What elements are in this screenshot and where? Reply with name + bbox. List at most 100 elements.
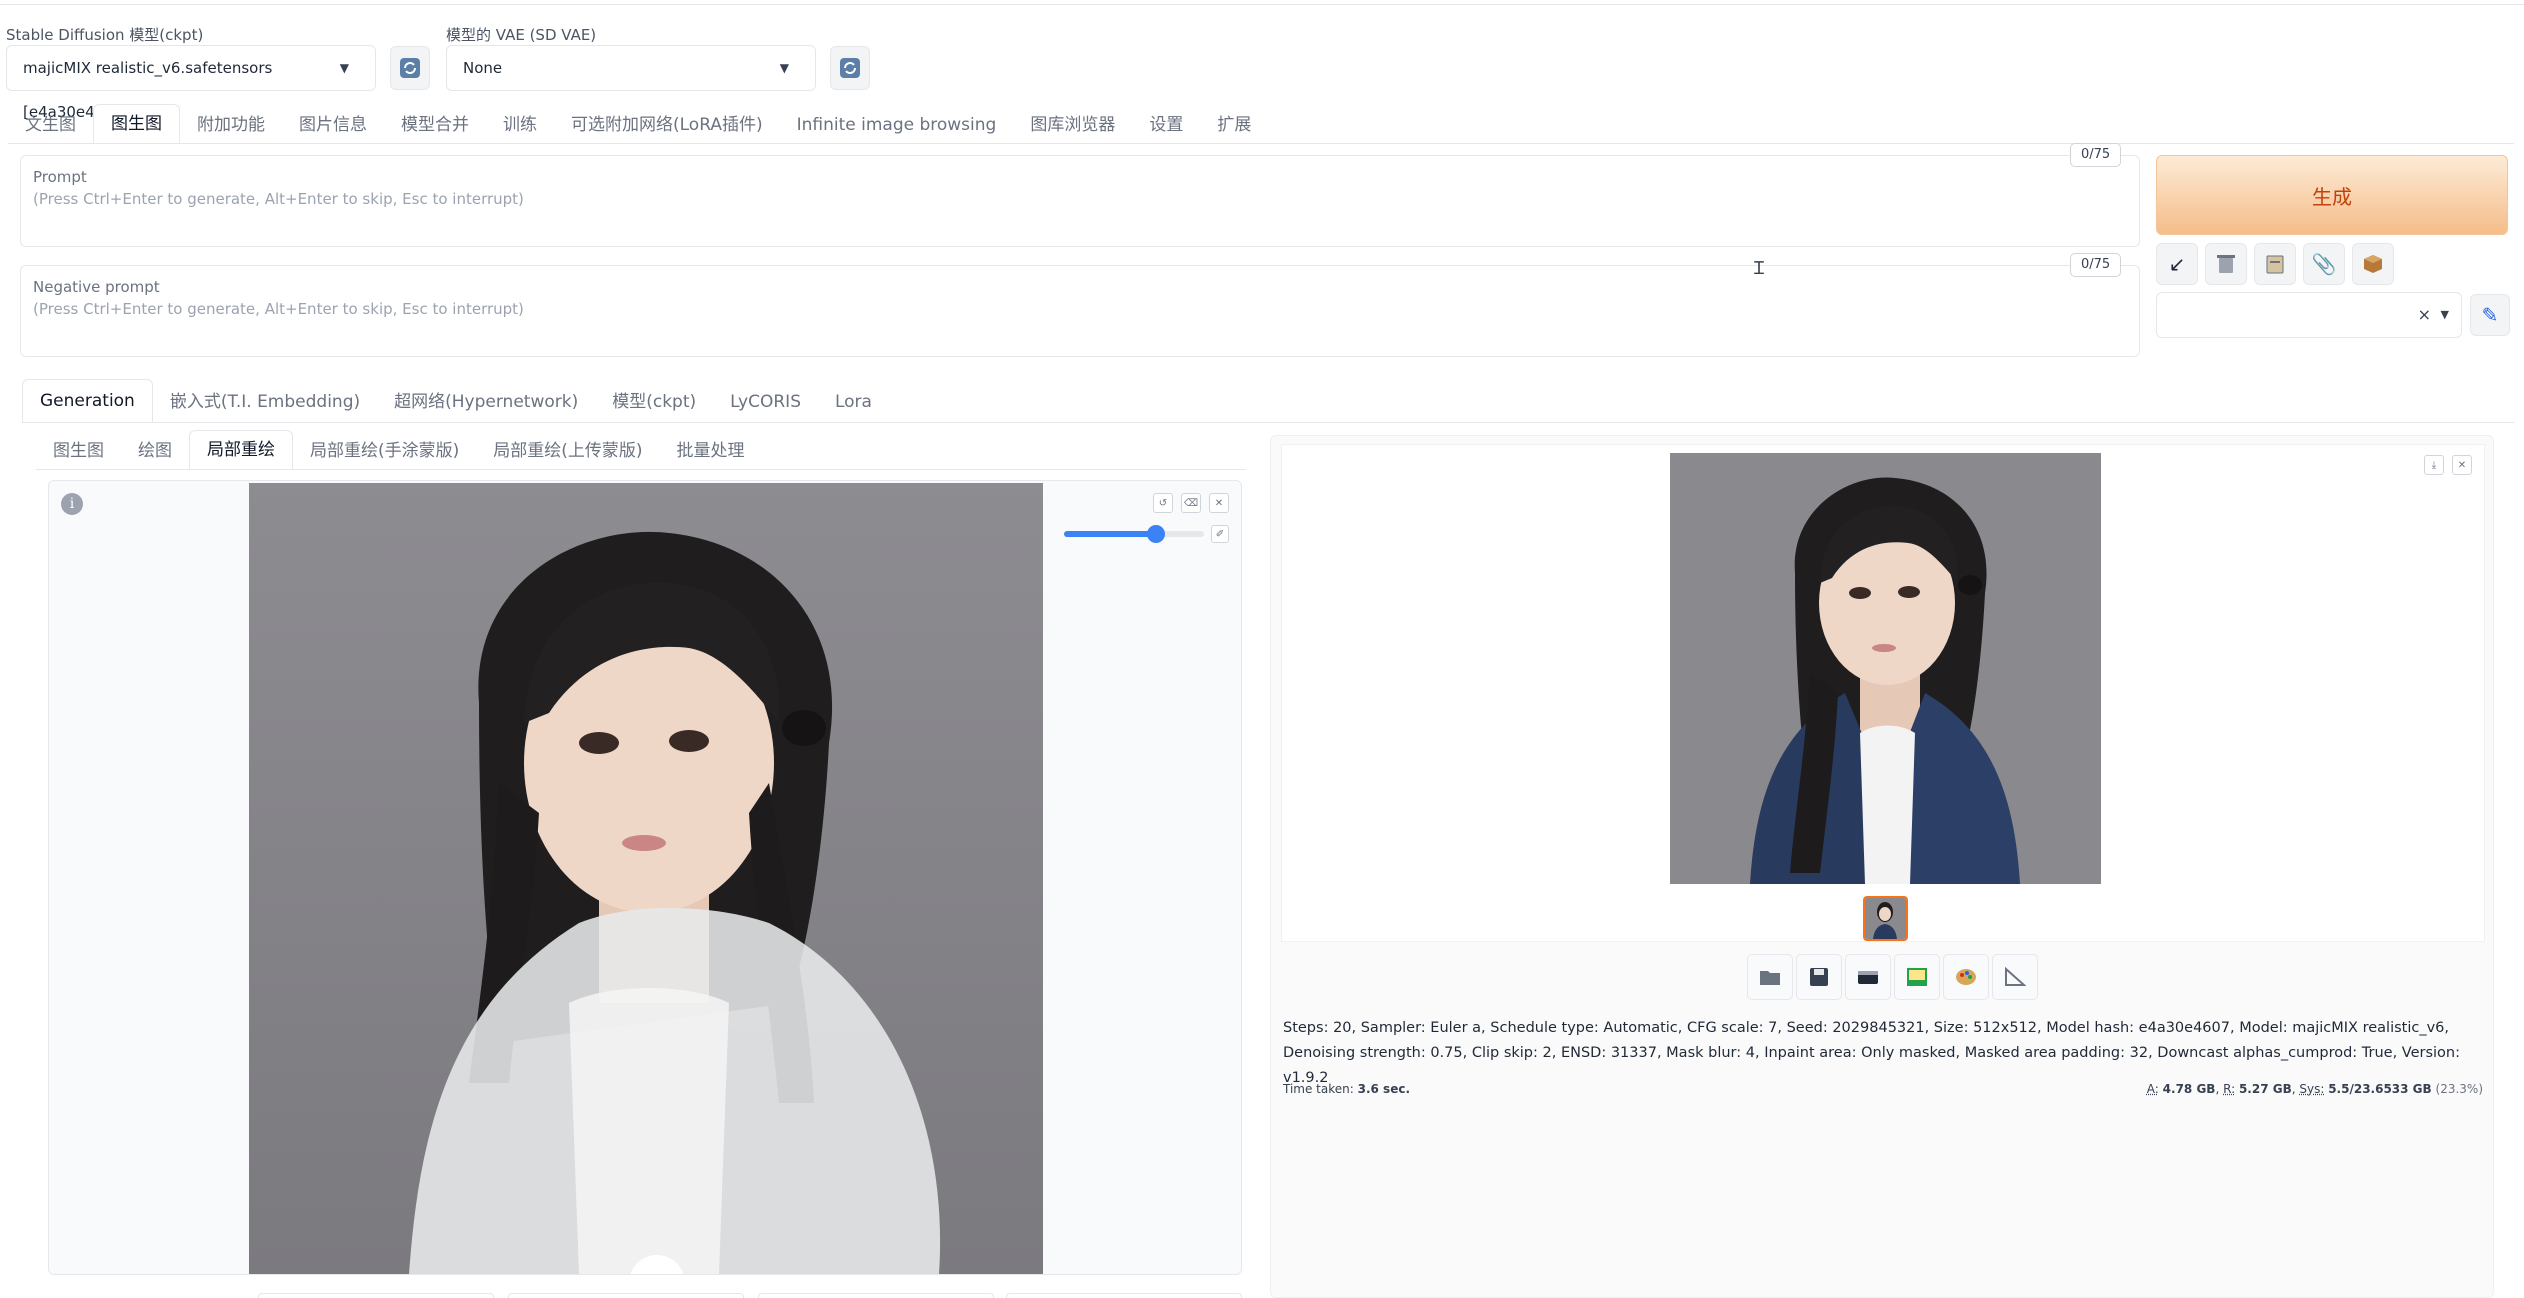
- negative-prompt-token-counter: 0/75: [2070, 253, 2122, 277]
- folder-icon: [1760, 971, 1780, 985]
- portrait-image: [249, 483, 1043, 1274]
- img2img-tabs: 图生图 绘图 局部重绘 局部重绘(手涂蒙版) 局部重绘(上传蒙版) 批量处理: [36, 430, 762, 470]
- tab-lycoris[interactable]: LyCORIS: [713, 381, 818, 423]
- tab-batch[interactable]: 批量处理: [660, 432, 762, 470]
- main-tabs: 文生图 图生图 附加功能 图片信息 模型合并 训练 可选附加网络(LoRA插件)…: [8, 104, 1268, 144]
- close-icon[interactable]: ✕: [1209, 493, 1229, 513]
- tab-hypernetwork[interactable]: 超网络(Hypernetwork): [377, 381, 595, 423]
- tab-lora[interactable]: Lora: [818, 381, 889, 423]
- brush-size-thumb[interactable]: [1147, 525, 1166, 543]
- send-to-inpaint-button[interactable]: [1943, 954, 1989, 1000]
- arrow-down-left-icon: ↙: [2168, 252, 2186, 276]
- prompt-textarea[interactable]: Prompt (Press Ctrl+Enter to generate, Al…: [20, 155, 2140, 247]
- tab-inpaint-sketch[interactable]: 局部重绘(手涂蒙版): [293, 432, 476, 470]
- paste-button[interactable]: ↙: [2156, 243, 2198, 285]
- tab-additional-networks[interactable]: 可选附加网络(LoRA插件): [554, 106, 780, 144]
- time-taken: Time taken: 3.6 sec.: [1283, 1082, 1410, 1096]
- ruler-icon: [2005, 967, 2026, 986]
- undo-icon[interactable]: ↺: [1153, 493, 1173, 513]
- extra-tabs-divider: [22, 422, 2514, 423]
- tab-generation[interactable]: Generation: [22, 379, 153, 423]
- tab-checkpoint-merger[interactable]: 模型合并: [384, 106, 486, 144]
- inpaint-canvas[interactable]: [249, 483, 1043, 1274]
- brush-size-slider[interactable]: [1064, 525, 1204, 543]
- generate-label: 生成: [2312, 184, 2352, 209]
- ckpt-select[interactable]: majicMIX realistic_v6.safetensors [e4a30…: [6, 45, 376, 121]
- paperclip-icon: 📎: [2311, 252, 2337, 276]
- output-thumbnail[interactable]: [1863, 896, 1908, 941]
- info-icon[interactable]: i: [61, 493, 83, 515]
- refresh-ckpt-button[interactable]: [390, 46, 430, 90]
- output-image[interactable]: [1670, 453, 2101, 884]
- output-gallery: ⤓ ✕: [1281, 444, 2485, 942]
- vae-select[interactable]: None ▼: [446, 45, 816, 91]
- tab-train[interactable]: 训练: [486, 106, 554, 144]
- inpaint-canvas-panel: i ↺ ⌫ ✕ ✐: [48, 480, 1242, 1275]
- img2img-tabs-divider: [36, 469, 1246, 470]
- trash-icon: [2217, 255, 2235, 273]
- refresh-icon: [840, 58, 860, 78]
- vram-r-value: 5.27 GB: [2238, 1082, 2292, 1096]
- zip-icon: [1858, 971, 1878, 984]
- tab-sketch[interactable]: 绘图: [121, 432, 189, 470]
- pencil-icon: ✎: [2481, 303, 2499, 327]
- brush-icon[interactable]: ✐: [1211, 525, 1229, 543]
- tab-png-info[interactable]: 图片信息: [282, 106, 384, 144]
- eraser-icon[interactable]: ⌫: [1181, 493, 1201, 513]
- refresh-icon: [400, 58, 420, 78]
- tab-ti-embedding[interactable]: 嵌入式(T.I. Embedding): [153, 381, 377, 423]
- time-taken-value: 3.6 sec.: [1357, 1082, 1411, 1096]
- chevron-down-icon: ▼: [2440, 308, 2449, 321]
- edit-styles-button[interactable]: ✎: [2470, 294, 2510, 336]
- text-cursor-icon: Ɪ: [1754, 258, 1765, 279]
- negative-prompt-placeholder: (Press Ctrl+Enter to generate, Alt+Enter…: [33, 300, 524, 318]
- result-portrait-image: [1670, 453, 2101, 884]
- clipboard-icon: [2266, 255, 2284, 274]
- tab-ckpt[interactable]: 模型(ckpt): [595, 381, 713, 423]
- style-apply-button[interactable]: [2254, 243, 2296, 285]
- zip-button[interactable]: [1845, 954, 1891, 1000]
- tab-extensions[interactable]: 扩展: [1200, 106, 1268, 144]
- brush-size-fill: [1064, 531, 1157, 537]
- extra-networks-tabs: Generation 嵌入式(T.I. Embedding) 超网络(Hyper…: [22, 379, 889, 423]
- negative-prompt-textarea[interactable]: Negative prompt (Press Ctrl+Enter to gen…: [20, 265, 2140, 357]
- chevron-down-icon: ▼: [779, 61, 789, 75]
- time-taken-label: Time taken:: [1283, 1082, 1354, 1096]
- prompt-token-counter: 0/75: [2070, 143, 2122, 167]
- tab-inpaint-upload[interactable]: 局部重绘(上传蒙版): [476, 432, 659, 470]
- clear-prompt-button[interactable]: [2205, 243, 2247, 285]
- tab-image-browser[interactable]: 图库浏览器: [1013, 106, 1132, 144]
- chevron-down-icon: ▼: [339, 61, 349, 75]
- close-icon[interactable]: ✕: [2452, 455, 2472, 475]
- tab-infinite-image-browsing[interactable]: Infinite image browsing: [780, 106, 1014, 144]
- send-to-extras-button[interactable]: [1992, 954, 2038, 1000]
- vram-r-label: R:: [2223, 1082, 2236, 1096]
- download-icon[interactable]: ⤓: [2424, 455, 2444, 475]
- tab-img2img[interactable]: 图生图: [93, 104, 180, 144]
- top-divider: [0, 4, 2524, 5]
- vram-a-label: A:: [2146, 1082, 2159, 1096]
- thumbnail-portrait-image: [1865, 898, 1906, 939]
- styles-dropdown[interactable]: × ▼: [2156, 292, 2462, 338]
- box-button[interactable]: [2352, 243, 2394, 285]
- close-icon[interactable]: ×: [2418, 305, 2431, 324]
- tab-inpaint[interactable]: 局部重绘: [189, 430, 293, 470]
- save-button[interactable]: [1796, 954, 1842, 1000]
- generate-button[interactable]: 生成: [2156, 155, 2508, 235]
- tab-extras[interactable]: 附加功能: [180, 106, 282, 144]
- prompt-tools: ↙ 📎: [2156, 243, 2394, 285]
- vram-sys-label: Sys:: [2299, 1082, 2325, 1096]
- extra-networks-button[interactable]: 📎: [2303, 243, 2345, 285]
- tab-txt2img[interactable]: 文生图: [8, 106, 93, 144]
- refresh-vae-button[interactable]: [830, 46, 870, 90]
- output-panel: ⤓ ✕ Steps: 20, Sampler: Euler a, Schedul…: [1270, 435, 2494, 1298]
- tab-img2img-sub[interactable]: 图生图: [36, 432, 121, 470]
- open-folder-button[interactable]: [1747, 954, 1793, 1000]
- vram-percent: (23.3%): [2435, 1082, 2483, 1096]
- send-to-img2img-button[interactable]: [1894, 954, 1940, 1000]
- negative-prompt-label: Negative prompt: [33, 278, 160, 296]
- save-icon: [1810, 968, 1828, 986]
- tab-settings[interactable]: 设置: [1132, 106, 1200, 144]
- canvas-controls: ↺ ⌫ ✕: [1153, 493, 1229, 513]
- prompt-label: Prompt: [33, 168, 87, 186]
